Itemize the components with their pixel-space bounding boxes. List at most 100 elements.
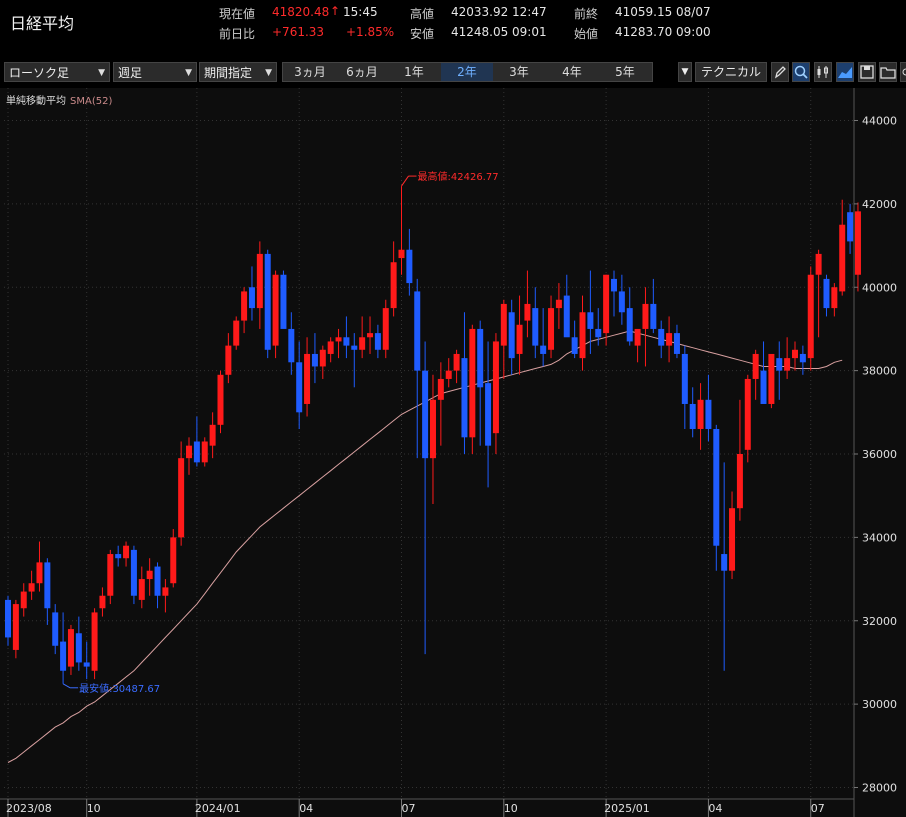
open-time: 09:00 bbox=[676, 25, 711, 39]
candle-body bbox=[209, 424, 216, 446]
candle-body bbox=[390, 262, 397, 309]
candle-body bbox=[130, 549, 137, 596]
candle-body bbox=[445, 370, 452, 379]
period-1y[interactable]: 1年 bbox=[388, 63, 440, 81]
range-mode-value: 期間指定 bbox=[204, 66, 253, 80]
prev-close-label: 前終 bbox=[574, 7, 599, 21]
current-price-label: 現在値 bbox=[219, 7, 256, 21]
range-mode-select[interactable]: 期間指定 ▼ bbox=[199, 62, 277, 82]
candle bbox=[130, 545, 137, 605]
candle bbox=[382, 299, 389, 359]
x-tick-label: 2023/08 bbox=[6, 802, 52, 815]
candle-body bbox=[540, 345, 547, 354]
candle-body bbox=[784, 358, 791, 371]
candle bbox=[768, 353, 775, 409]
period-5y[interactable]: 5年 bbox=[599, 63, 651, 81]
chart-background bbox=[0, 88, 906, 817]
candle-body bbox=[587, 312, 594, 329]
period-selector: 3ヵ月 6ヵ月 1年 2年 3年 4年 5年 bbox=[282, 62, 653, 82]
candle-body bbox=[107, 554, 114, 596]
candle-body bbox=[398, 249, 405, 259]
x-tick-label: 04 bbox=[708, 802, 722, 815]
candle-body bbox=[44, 562, 51, 609]
save-icon bbox=[860, 65, 874, 79]
candlestick-button[interactable] bbox=[814, 62, 832, 82]
quote-header: 日経平均 現在値 41820.48 ↑ 15:45 高値 42033.92 12… bbox=[0, 0, 906, 58]
y-tick-label: 38000 bbox=[862, 365, 897, 378]
high-time: 12:47 bbox=[512, 5, 547, 19]
candle-body bbox=[666, 333, 673, 346]
candle-body bbox=[823, 278, 830, 309]
candle-body bbox=[571, 337, 578, 354]
interval-value: 週足 bbox=[118, 66, 143, 80]
candle-body bbox=[52, 612, 59, 646]
settings-button[interactable] bbox=[900, 62, 906, 82]
candle-body bbox=[241, 291, 248, 321]
legend-sma: SMA(52) bbox=[70, 96, 113, 107]
x-tick-label: 2024/01 bbox=[195, 802, 241, 815]
candle-body bbox=[406, 249, 413, 284]
candle-body bbox=[697, 399, 704, 429]
candle bbox=[170, 529, 177, 588]
chevron-down-icon: ▼ bbox=[265, 68, 272, 78]
change-percent: +1.85% bbox=[346, 25, 395, 39]
candle-body bbox=[233, 320, 240, 346]
candlestick-chart[interactable]: 28000 30000 32000 34000 36000 38000 40000 42000… bbox=[0, 88, 906, 817]
interval-select[interactable]: 週足 ▼ bbox=[113, 62, 197, 82]
low-annotation: 最安値:30487.67 bbox=[79, 682, 160, 695]
candle bbox=[201, 437, 208, 467]
candle-body bbox=[296, 362, 303, 413]
candle-body bbox=[170, 537, 177, 584]
high-value: 42033.92 bbox=[451, 5, 509, 19]
candle-body bbox=[123, 545, 130, 559]
candle-body bbox=[115, 554, 122, 559]
candle-body bbox=[548, 308, 555, 350]
technical-dropdown-arrow[interactable]: ▼ bbox=[678, 62, 692, 82]
pencil-button[interactable] bbox=[771, 62, 789, 82]
folder-icon bbox=[880, 67, 896, 79]
period-6m[interactable]: 6ヵ月 bbox=[336, 63, 388, 81]
candle-body bbox=[595, 328, 602, 338]
candle-body bbox=[429, 399, 436, 459]
candle-body bbox=[193, 441, 200, 463]
area-chart-button[interactable] bbox=[836, 62, 854, 82]
period-3m[interactable]: 3ヵ月 bbox=[284, 63, 336, 81]
candle-body bbox=[626, 308, 633, 342]
candle-body bbox=[146, 570, 153, 580]
candle bbox=[12, 599, 19, 659]
candle-body bbox=[508, 312, 515, 359]
zoom-button[interactable] bbox=[792, 62, 810, 82]
candle-body bbox=[477, 328, 484, 388]
period-4y[interactable]: 4年 bbox=[546, 63, 598, 81]
zoom-icon bbox=[794, 65, 808, 79]
candle bbox=[272, 270, 279, 359]
x-tick-label: 2025/01 bbox=[604, 802, 650, 815]
candle-body bbox=[359, 337, 366, 350]
chevron-down-icon: ▼ bbox=[185, 68, 192, 78]
folder-button[interactable] bbox=[879, 62, 897, 82]
x-tick-label: 07 bbox=[402, 802, 416, 815]
candle-body bbox=[563, 295, 570, 338]
y-tick-label: 40000 bbox=[862, 281, 897, 294]
x-tick-label: 07 bbox=[811, 802, 825, 815]
chart-type-select[interactable]: ローソク足 ▼ bbox=[4, 62, 110, 82]
candle-body bbox=[351, 345, 358, 350]
candle-body bbox=[713, 428, 720, 546]
change-label: 前日比 bbox=[219, 27, 256, 41]
period-2y[interactable]: 2年 bbox=[441, 63, 493, 81]
candle-body bbox=[555, 299, 562, 309]
prev-close-date: 08/07 bbox=[676, 5, 711, 19]
candle bbox=[469, 324, 476, 454]
technical-button[interactable]: テクニカル bbox=[695, 62, 767, 82]
candle-body bbox=[374, 333, 381, 350]
save-button[interactable] bbox=[858, 62, 876, 82]
candle-body bbox=[500, 303, 507, 346]
period-3y[interactable]: 3年 bbox=[493, 63, 545, 81]
candle-body bbox=[453, 353, 460, 371]
chevron-down-icon: ▼ bbox=[98, 68, 105, 78]
candle-body bbox=[650, 303, 657, 329]
pencil-icon bbox=[774, 66, 786, 79]
y-tick-label: 36000 bbox=[862, 448, 897, 461]
high-annotation: 最高値:42426.77 bbox=[418, 170, 499, 183]
candle-body bbox=[248, 287, 255, 309]
